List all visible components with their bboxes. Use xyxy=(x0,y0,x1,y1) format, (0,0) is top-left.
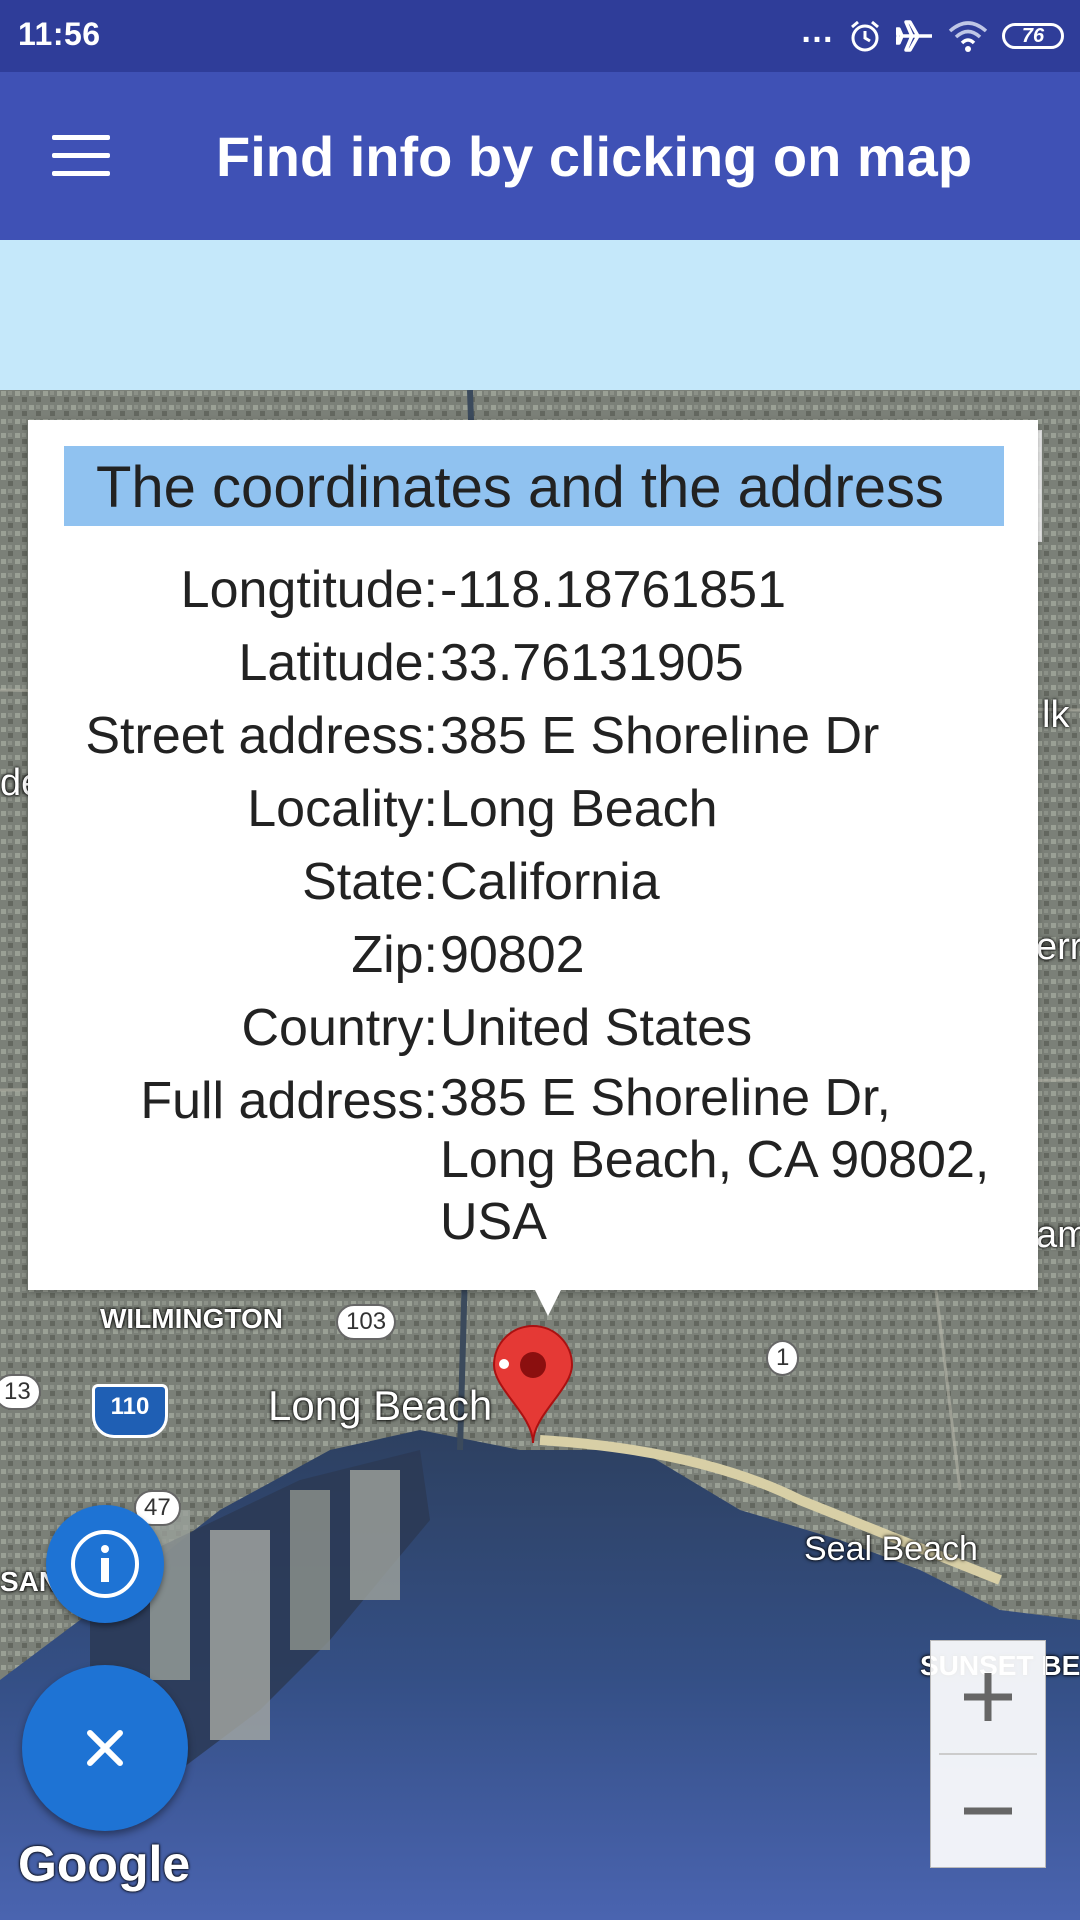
app-bar: Find info by clicking on map xyxy=(0,72,1080,240)
zoom-in-button[interactable] xyxy=(931,1641,1045,1753)
map-label-edge: lk xyxy=(1042,694,1070,736)
info-value: -118.18761851 xyxy=(440,561,787,619)
close-icon xyxy=(87,1730,123,1766)
info-value: Long Beach xyxy=(440,780,718,838)
battery-icon: 76 xyxy=(1002,23,1064,49)
info-value: 385 E Shoreline Dr xyxy=(440,707,880,765)
info-row-full-address: Full address: 385 E Shoreline Dr, Long B… xyxy=(28,1069,1038,1251)
map-label-long-beach: Long Beach xyxy=(268,1382,493,1429)
route-shield-103: 103 xyxy=(336,1304,397,1340)
info-value: 90802 xyxy=(440,926,585,984)
info-label: Full address: xyxy=(140,1072,438,1130)
interstate-shield-110: 110 xyxy=(92,1384,168,1438)
info-window: The coordinates and the address Longtitu… xyxy=(28,420,1038,1316)
info-fab-button[interactable] xyxy=(46,1505,164,1623)
minus-icon xyxy=(964,1807,1012,1815)
map-label-wilmington: WILMINGTON xyxy=(100,1303,284,1334)
close-fab-button[interactable] xyxy=(22,1665,188,1831)
info-row-country: Country: United States xyxy=(28,998,1038,1071)
zoom-out-button[interactable] xyxy=(931,1755,1045,1867)
hamburger-menu-icon[interactable] xyxy=(52,135,112,177)
info-row-state: State: California xyxy=(28,852,1038,925)
plus-icon xyxy=(964,1673,1012,1721)
info-label: Street address: xyxy=(85,707,438,765)
info-value: California xyxy=(440,853,660,911)
map-label-seal-beach: Seal Beach xyxy=(804,1530,978,1568)
map-label-edge: am xyxy=(1036,1214,1080,1256)
place-dot-icon xyxy=(499,1359,509,1369)
info-label: Zip: xyxy=(351,926,438,984)
status-bar: 11:56 … 76 xyxy=(0,0,1080,72)
alarm-icon xyxy=(851,20,879,52)
wifi-icon xyxy=(948,21,988,52)
red-map-pin-icon[interactable] xyxy=(490,1325,576,1445)
zoom-controls xyxy=(930,1640,1046,1868)
info-window-heading: The coordinates and the address xyxy=(64,446,1004,526)
map-label-edge: erri xyxy=(1036,926,1080,968)
info-rows: Longtitude: -118.18761851 Latitude: 33.7… xyxy=(28,560,1038,1251)
info-label: Locality: xyxy=(247,780,438,838)
info-label: Longtitude: xyxy=(180,561,438,619)
route-shield-13: 13 xyxy=(0,1374,41,1410)
info-label: Latitude: xyxy=(238,634,439,692)
info-label: State: xyxy=(302,853,438,911)
status-time: 11:56 xyxy=(18,16,101,52)
info-value: 385 E Shoreline Dr, Long Beach, CA 90802… xyxy=(440,1069,990,1251)
info-label: Country: xyxy=(241,999,438,1057)
info-window-pointer xyxy=(534,1288,562,1316)
airplane-icon xyxy=(896,20,932,52)
info-row-longitude: Longtitude: -118.18761851 xyxy=(28,560,1038,633)
info-row-latitude: Latitude: 33.76131905 xyxy=(28,633,1038,706)
status-icons: … 76 xyxy=(800,14,1064,58)
info-value: 33.76131905 xyxy=(440,634,744,692)
app-title: Find info by clicking on map xyxy=(216,125,973,188)
info-row-locality: Locality: Long Beach xyxy=(28,779,1038,852)
google-attribution-logo: Google xyxy=(18,1836,191,1892)
info-icon xyxy=(71,1530,139,1598)
more-dots-icon: … xyxy=(800,12,834,50)
info-value: United States xyxy=(440,999,753,1057)
ad-banner-area xyxy=(0,240,1080,390)
info-window-title: The coordinates and the address xyxy=(96,455,944,520)
info-row-zip: Zip: 90802 xyxy=(28,925,1038,998)
info-row-street: Street address: 385 E Shoreline Dr xyxy=(28,706,1038,779)
